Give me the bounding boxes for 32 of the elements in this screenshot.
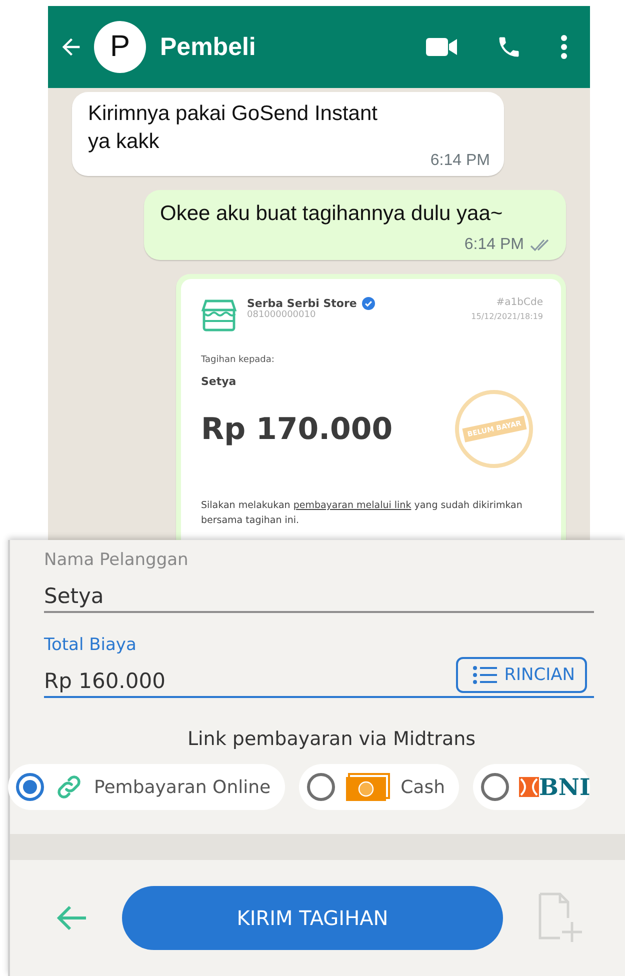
invoice-amount: Rp 170.000 [201,412,393,446]
payment-option[interactable]: Cash [298,764,459,810]
cash-icon [344,772,391,802]
payment-section-title: Link pembayaran via Midtrans [186,728,477,750]
payment-link[interactable]: pembayaran melalui link [293,500,412,511]
total-cost-field[interactable]: Total Biaya Rp 160.000 RINCIAN [44,635,594,698]
invoice-code: #a1bCde [496,297,543,308]
details-button[interactable]: RINCIAN [456,657,587,693]
message-text: Okee aku buat tagihannya dulu yaa~ [160,201,504,227]
list-icon [472,665,498,685]
more-icon[interactable] [560,34,568,60]
bank-logo-icon [518,777,539,797]
message-time: 6:14 PM [464,236,524,254]
customer-name-field[interactable]: Nama Pelanggan Setya [44,550,594,613]
contact-name[interactable]: Pembeli [160,32,256,62]
payment-option[interactable]: Pembayaran Online [8,764,285,810]
video-call-icon[interactable] [426,36,458,58]
invoice-note: Silakan melakukan pembayaran melalui link yang sudah dikirimkan bersama tagihan ini. [201,499,524,528]
payment-option[interactable]: BNI [472,764,590,810]
radio-button[interactable] [16,773,44,801]
message-text: Kirimnya pakai GoSend Instant ya kakk [88,101,378,155]
store-phone: 081000000010 [247,310,317,320]
send-invoice-button[interactable]: KIRIM TAGIHAN [122,886,503,950]
store-name: Serba Serbi Store [247,297,357,310]
radio-button[interactable] [306,773,335,801]
radio-button[interactable] [480,773,509,801]
store-icon [201,297,237,333]
bill-to-label: Tagihan kepada: [201,355,276,365]
invoice-date: 15/12/2021/18:19 [471,312,543,321]
message-time: 6:14 PM [430,152,490,170]
customer-name: Setya [201,375,238,388]
contact-avatar[interactable]: P [94,21,146,73]
